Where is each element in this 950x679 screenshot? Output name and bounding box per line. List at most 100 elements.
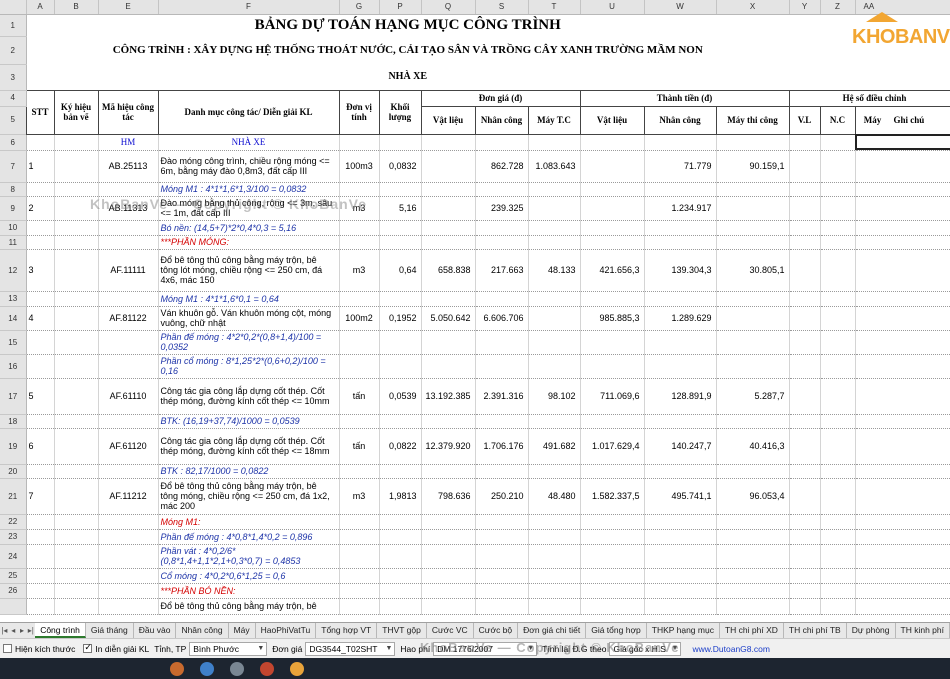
- table-row[interactable]: Đổ bê tông thủ công bằng máy trộn, bê: [0, 598, 950, 615]
- cell[interactable]: [339, 529, 380, 545]
- cell[interactable]: [421, 464, 476, 479]
- cell[interactable]: [855, 249, 950, 292]
- cell[interactable]: [54, 182, 99, 197]
- cell[interactable]: [475, 544, 529, 569]
- header-khoi-luong[interactable]: Khối lượng: [378, 89, 422, 135]
- cell[interactable]: [379, 235, 422, 250]
- cell[interactable]: [475, 330, 529, 355]
- header-he-so[interactable]: Hệ số điều chỉnh: [788, 89, 950, 107]
- cell-section-label[interactable]: ***PHẦN BÓ NỀN:: [158, 583, 340, 599]
- cell[interactable]: [475, 568, 529, 584]
- cell[interactable]: [54, 568, 99, 584]
- cell[interactable]: [855, 306, 950, 331]
- col-header-b[interactable]: B: [54, 0, 99, 15]
- cell[interactable]: [528, 514, 581, 530]
- cell[interactable]: [54, 330, 99, 355]
- cell-danh-muc[interactable]: Đổ bê tông thủ công bằng máy trộn, bê: [158, 598, 340, 615]
- cell[interactable]: [421, 354, 476, 379]
- cell-nhan-cong[interactable]: 217.663: [475, 249, 529, 292]
- header-don-gia[interactable]: Đơn giá (đ): [420, 89, 581, 107]
- cell[interactable]: [475, 514, 529, 530]
- cell[interactable]: [716, 134, 790, 151]
- cell[interactable]: [54, 478, 99, 515]
- cell[interactable]: [379, 354, 422, 379]
- recalc-select[interactable]: Giá gốc x H.S ▼: [609, 641, 682, 656]
- cell-khoi-luong[interactable]: 0,1952: [379, 306, 422, 331]
- cell[interactable]: [54, 306, 99, 331]
- cell[interactable]: [789, 182, 821, 197]
- tab-th-chi-phi-xd[interactable]: TH chi phí XD: [720, 623, 784, 638]
- print-explain-checkbox[interactable]: [83, 642, 93, 653]
- row-header[interactable]: 11: [0, 235, 27, 250]
- cell-may-thi-cong[interactable]: [716, 196, 790, 221]
- col-header-a[interactable]: A: [26, 0, 55, 15]
- row-header[interactable]: 10: [0, 220, 27, 236]
- cell[interactable]: [339, 414, 380, 429]
- cell[interactable]: [421, 598, 476, 615]
- tab-gia-tong-hop[interactable]: Giá tổng hợp: [586, 623, 647, 638]
- cell-vat-lieu[interactable]: 12.379.920: [421, 428, 476, 465]
- cell[interactable]: [820, 306, 856, 331]
- cell[interactable]: [789, 464, 821, 479]
- cell[interactable]: [339, 514, 380, 530]
- col-header-q[interactable]: Q: [421, 0, 476, 15]
- cell[interactable]: [789, 150, 821, 183]
- row-header[interactable]: 26: [0, 583, 27, 599]
- tab-th-kinh-phi[interactable]: TH kinh phí: [896, 623, 950, 638]
- cell[interactable]: [54, 150, 99, 183]
- col-header-e[interactable]: E: [98, 0, 159, 15]
- col-header-s[interactable]: S: [475, 0, 529, 15]
- header-stt[interactable]: STT: [25, 89, 55, 135]
- cell[interactable]: [54, 249, 99, 292]
- row-header[interactable]: 25: [0, 568, 27, 584]
- cell[interactable]: [528, 464, 581, 479]
- project-title[interactable]: CÔNG TRÌNH : XÂY DỰNG HỆ THỐNG THOÁT NƯỚ…: [26, 36, 789, 64]
- cell[interactable]: [789, 568, 821, 584]
- col-header-z[interactable]: Z: [820, 0, 856, 15]
- cell-nhan-cong[interactable]: 250.210: [475, 478, 529, 515]
- last-sheet-button[interactable]: ▸|: [26, 623, 35, 638]
- cell[interactable]: [475, 235, 529, 250]
- cell[interactable]: [789, 249, 821, 292]
- cell[interactable]: [54, 514, 99, 530]
- cell[interactable]: [855, 414, 950, 429]
- cell-dien-giai[interactable]: Phần vát : 4*0,2/6*(0,8*1,4+1,1*2,1+0,3*…: [158, 544, 340, 569]
- cell[interactable]: [580, 414, 645, 429]
- cell[interactable]: [98, 354, 159, 379]
- cell-may-tc[interactable]: 98.102: [528, 378, 581, 415]
- cell[interactable]: [580, 134, 645, 151]
- cell[interactable]: [475, 134, 529, 151]
- cell-tt-nhan-cong[interactable]: 1.289.629: [644, 306, 717, 331]
- cell[interactable]: [528, 544, 581, 569]
- cell-don-vi[interactable]: tấn: [339, 378, 380, 415]
- cell[interactable]: [580, 235, 645, 250]
- cell-ma-hieu[interactable]: AF.11212: [98, 478, 159, 515]
- tab-cuoc-bo[interactable]: Cước bộ: [474, 623, 519, 638]
- estimate-grid[interactable]: A B E F G P Q S T U W X Y Z AA 1 BẢNG DỰ…: [0, 0, 950, 615]
- cell[interactable]: [379, 464, 422, 479]
- cell[interactable]: [855, 544, 950, 569]
- cell[interactable]: [528, 583, 581, 599]
- cell-ma-hieu[interactable]: AF.81122: [98, 306, 159, 331]
- col-header-g[interactable]: G: [339, 0, 380, 15]
- cell-dien-giai[interactable]: BTK : 82,17/1000 = 0,0822: [158, 464, 340, 479]
- cell[interactable]: [820, 291, 856, 307]
- cell-ma-hieu[interactable]: AB.25113: [98, 150, 159, 183]
- cell[interactable]: [855, 428, 950, 465]
- cell[interactable]: [98, 544, 159, 569]
- cell-stt[interactable]: 1: [26, 150, 55, 183]
- table-row[interactable]: 11 ***PHẦN MÓNG:: [0, 235, 950, 250]
- cell-vat-lieu[interactable]: 798.636: [421, 478, 476, 515]
- cell-danh-muc[interactable]: NHÀ XE: [158, 134, 340, 151]
- cell[interactable]: [580, 182, 645, 197]
- cell[interactable]: [716, 220, 790, 236]
- cell-khoi-luong[interactable]: 5,16: [379, 196, 422, 221]
- cell[interactable]: [789, 428, 821, 465]
- cell[interactable]: [580, 598, 645, 615]
- cell[interactable]: [379, 529, 422, 545]
- cell[interactable]: [528, 414, 581, 429]
- row-header[interactable]: 9: [0, 196, 27, 221]
- cell[interactable]: [379, 544, 422, 569]
- cell-dien-giai[interactable]: Móng M1 : 4*1*1,6*0,1 = 0,64: [158, 291, 340, 307]
- col-header-p[interactable]: P: [379, 0, 422, 15]
